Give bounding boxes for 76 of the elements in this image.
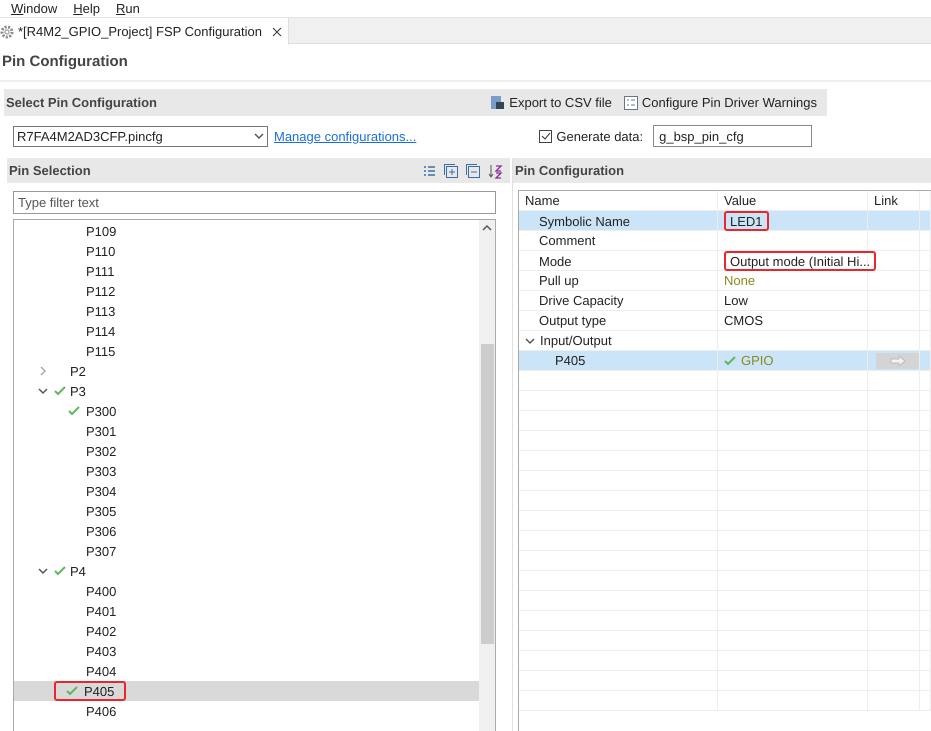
arrow-right-icon [890, 356, 906, 366]
tree-item[interactable]: P112 [86, 284, 116, 298]
property-value: LED1 [730, 214, 763, 228]
configure-button[interactable]: Configure Pin Driver Warnings [624, 95, 817, 110]
column-header[interactable]: Name [525, 193, 560, 208]
tree-item[interactable]: P301 [86, 424, 116, 438]
tree-item[interactable]: P4 [70, 564, 86, 578]
tree-item[interactable]: P300 [86, 404, 116, 418]
chevron-up-icon[interactable] [482, 224, 492, 232]
config-dropdown[interactable]: R7FA4M2AD3CFP.pincfg [13, 126, 268, 146]
property-value: None [724, 273, 756, 288]
property-name: Comment [539, 233, 596, 248]
caret-icon [254, 132, 264, 140]
tree-item[interactable]: P403 [86, 644, 116, 658]
save-icon [490, 95, 506, 110]
checklist-icon [624, 96, 638, 110]
collapse-all-icon[interactable] [466, 164, 480, 178]
chevron-down-icon[interactable] [38, 386, 48, 396]
tree-item[interactable]: P405 [84, 684, 114, 698]
property-name: P405 [555, 353, 586, 368]
tree-item[interactable]: P2 [70, 364, 86, 378]
tree-item[interactable]: P3 [70, 384, 86, 398]
tab-title: *[R4M2_GPIO_Project] FSP Configuration [18, 24, 262, 39]
property-name: Input/Output [540, 333, 612, 348]
panel-title: Pin Configuration [515, 163, 624, 178]
gear-icon [0, 24, 14, 38]
section-title: Select Pin Configuration [6, 95, 157, 110]
tree-item[interactable]: P113 [86, 304, 116, 318]
input-field[interactable]: g_bsp_pin_cfg [653, 125, 812, 147]
panel-title: Pin Selection [9, 163, 91, 178]
checkbox[interactable] [539, 130, 552, 142]
menu-item[interactable]: Run [116, 1, 140, 16]
tree-item[interactable]: P404 [86, 664, 116, 678]
filter-field[interactable]: Type filter text [13, 191, 496, 214]
property-name: Output type [539, 313, 606, 328]
tree-item[interactable]: P406 [86, 704, 116, 718]
tree-item[interactable]: P109 [86, 224, 116, 238]
tree-item[interactable]: P305 [86, 504, 116, 518]
tree-item[interactable]: P111 [86, 264, 114, 278]
selected-row[interactable]: P405 [14, 681, 479, 701]
property-value: Low [724, 293, 748, 308]
page-title: Pin Configuration [0, 44, 931, 82]
tree-item[interactable]: P114 [86, 324, 116, 338]
column-header[interactable]: Link [874, 193, 898, 208]
tree-item[interactable]: P401 [86, 604, 116, 618]
property-name: Symbolic Name [539, 214, 630, 228]
tree-item[interactable]: P306 [86, 524, 116, 538]
property-name: Mode [539, 254, 572, 268]
tree-item[interactable]: P115 [86, 344, 116, 358]
close-icon[interactable] [272, 26, 282, 36]
export-button[interactable]: Export to CSV file [490, 95, 612, 110]
tree-item[interactable]: P304 [86, 484, 116, 498]
scroll-thumb[interactable] [480, 344, 494, 644]
tree-item[interactable]: P303 [86, 464, 116, 478]
property-value: CMOS [724, 313, 763, 328]
property-name: Drive Capacity [539, 293, 624, 308]
column-header[interactable]: Value [724, 193, 756, 208]
manage-link[interactable]: Manage configurations... [274, 128, 416, 144]
menu-item[interactable]: Window [11, 1, 58, 16]
checkbox-label: Generate data: [556, 128, 644, 144]
tree-item[interactable]: P110 [86, 244, 116, 258]
tree-item[interactable]: P400 [86, 584, 116, 598]
menu-item[interactable]: Help [73, 1, 100, 16]
tree-item[interactable]: P302 [86, 444, 116, 458]
property-value: Output mode (Initial Hi... [730, 254, 870, 268]
expand-all-icon[interactable] [444, 164, 458, 178]
sort-icon[interactable] [488, 162, 504, 178]
tree-item[interactable]: P402 [86, 624, 116, 638]
editor-tab[interactable]: *[R4M2_GPIO_Project] FSP Configuration [0, 18, 289, 45]
scrollbar[interactable] [479, 220, 495, 731]
property-value: GPIO [741, 353, 774, 368]
tree-item[interactable]: P307 [86, 544, 116, 558]
list-icon[interactable] [423, 164, 436, 176]
chevron-down-icon[interactable] [525, 336, 535, 346]
chevron-down-icon[interactable] [38, 566, 48, 576]
property-name: Pull up [539, 273, 579, 288]
